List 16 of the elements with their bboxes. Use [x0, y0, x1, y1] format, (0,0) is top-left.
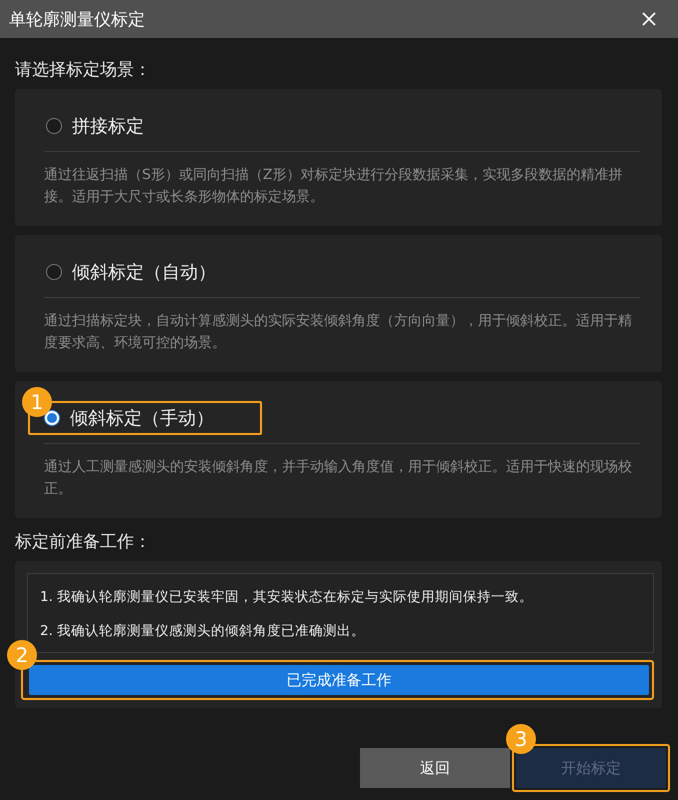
- step-badge: 1: [22, 387, 52, 417]
- ready-button[interactable]: 已完成准备工作: [29, 665, 649, 695]
- step-badge: 3: [506, 724, 536, 754]
- section-heading: 标定前准备工作：: [15, 531, 152, 553]
- checklist-item: 2. 我确认轮廓测量仪感测头的倾斜角度已准确测出。: [40, 622, 366, 641]
- close-icon[interactable]: [642, 12, 656, 26]
- back-button[interactable]: 返回: [360, 748, 510, 788]
- step-badge: 2: [7, 640, 37, 670]
- radio-option[interactable]: 倾斜标定（自动）: [42, 255, 228, 289]
- option-description: 通过扫描标定块，自动计算感测头的实际安装倾斜角度（方向向量），用于倾斜校正。适用于精度要求高、环境可控的场景。: [44, 312, 633, 353]
- section-heading: 请选择标定场景：: [15, 59, 152, 81]
- window-title: 单轮廓测量仪标定: [9, 8, 145, 30]
- radio-option[interactable]: 拼接标定: [42, 109, 156, 143]
- option-description: 通过人工测量感测头的安装倾斜角度，并手动输入角度值，用于倾斜校正。适用于快速的现场校正。: [44, 458, 633, 499]
- option-description: 通过往返扫描（S形）或同向扫描（Z形）对标定块进行分段数据采集，实现多段数据的精准拼接。适用于大尺寸或长条形物体的标定场景。: [44, 166, 624, 207]
- checklist-item: 1. 我确认轮廓测量仪已安装牢固，其安装状态在标定与实际使用期间保持一致。: [40, 588, 534, 607]
